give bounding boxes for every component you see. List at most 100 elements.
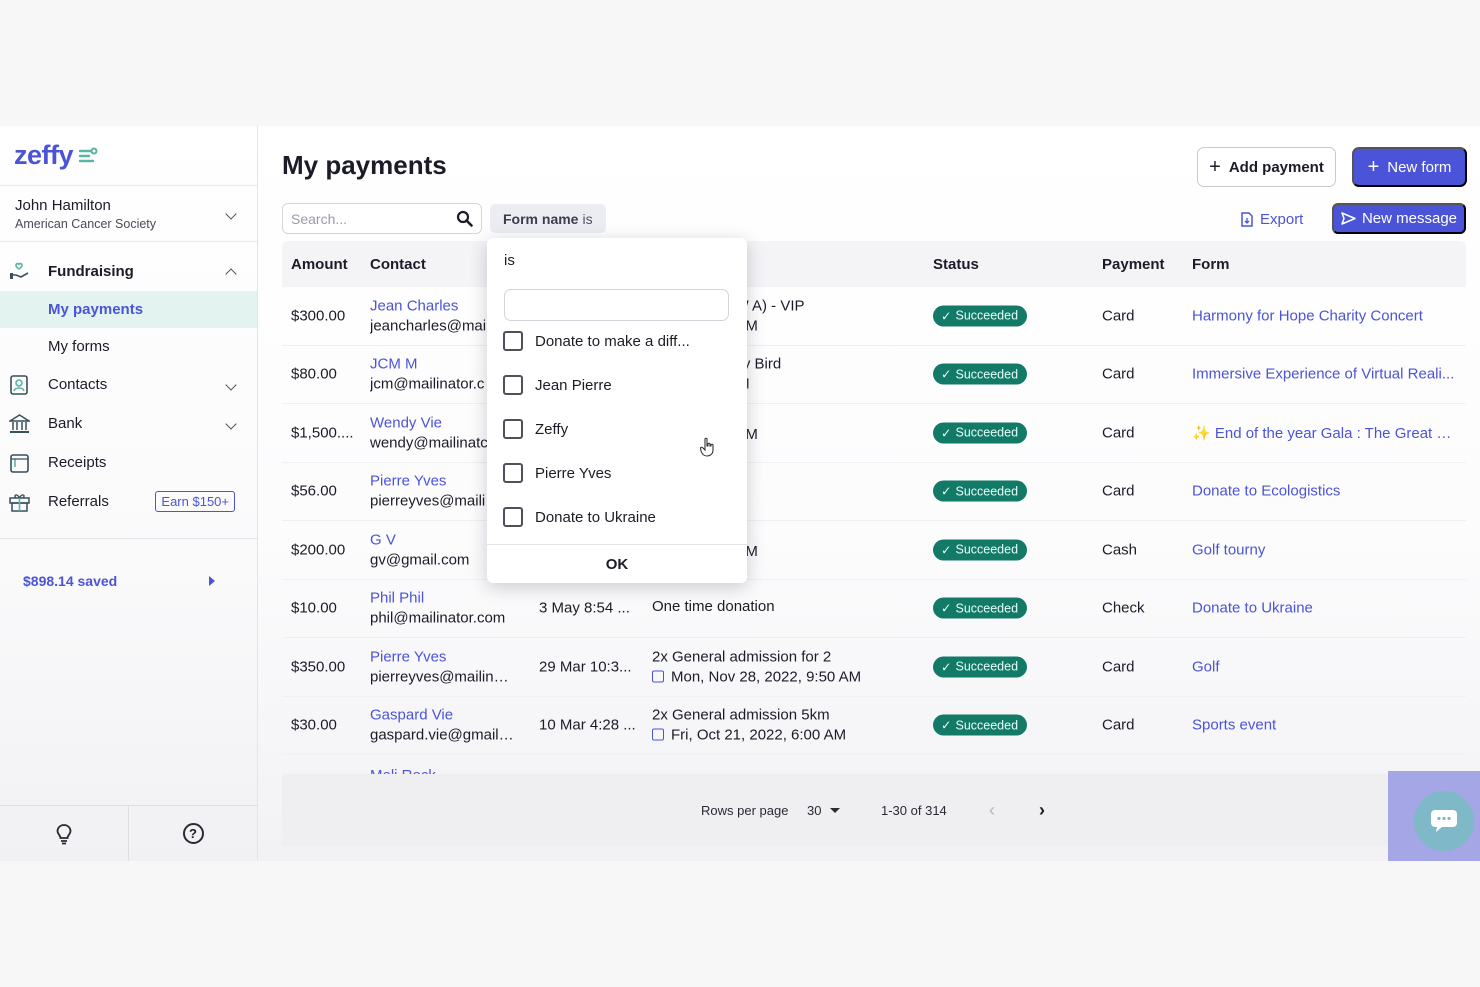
cell-date: 29 Mar 10:3... — [539, 658, 632, 676]
header-payment[interactable]: Payment — [1102, 256, 1165, 273]
cell-amount: $10.00 — [291, 599, 337, 617]
receipt-icon — [8, 452, 30, 474]
logo[interactable]: zeffy — [0, 126, 257, 186]
table-row[interactable]: $1,500....Wendy Viewendy@mailinatc, 2024… — [282, 404, 1466, 463]
filter-option[interactable]: Donate to make a diff... — [503, 330, 690, 352]
cell-date: 10 Mar 4:28 ... — [539, 716, 636, 734]
form-link[interactable]: Golf — [1192, 658, 1220, 675]
cell-form[interactable]: Harmony for Hope Charity Concert — [1192, 307, 1460, 324]
check-icon: ✓ — [941, 309, 952, 324]
contact-name[interactable]: Gaspard Vie — [370, 707, 516, 724]
table-row[interactable]: $300.00Jean Charlesjeancharles@maimissio… — [282, 287, 1466, 346]
check-icon: ✓ — [941, 484, 952, 499]
form-link[interactable]: Golf tourny — [1192, 541, 1265, 558]
chevron-up-icon — [225, 268, 237, 280]
table-row[interactable]: $200.00G Vgv@gmail.com, 2023, 4:32 PM✓Su… — [282, 521, 1466, 580]
filter-search-input[interactable] — [504, 289, 729, 321]
help-button[interactable]: ? — [129, 806, 257, 861]
table-row[interactable]: $56.00Pierre Yvespierreyves@mailiation✓S… — [282, 463, 1466, 521]
sidebar-footer: ? — [0, 805, 257, 861]
cell-form[interactable]: Sports event — [1192, 717, 1460, 734]
tips-button[interactable] — [0, 806, 129, 861]
form-link[interactable]: End of the year Gala : The Great Ga... — [1215, 425, 1460, 442]
contact-name[interactable]: Phil Phil — [370, 590, 516, 607]
header-amount[interactable]: Amount — [291, 256, 363, 273]
chat-button[interactable] — [1414, 791, 1474, 851]
chat-icon — [1431, 810, 1457, 832]
cell-form[interactable]: Golf — [1192, 658, 1460, 675]
description-date-text: Mon, Nov 28, 2022, 9:50 AM — [671, 668, 862, 686]
filter-option-label: Donate to make a diff... — [535, 332, 690, 350]
cell-description: 2x General admission 5km Fri, Oct 21, 202… — [652, 707, 902, 744]
form-link[interactable]: Donate to Ukraine — [1192, 600, 1313, 617]
add-payment-button[interactable]: + Add payment — [1197, 147, 1336, 187]
new-form-button[interactable]: + New form — [1352, 147, 1467, 187]
new-form-label: New form — [1387, 158, 1452, 176]
sidebar-item-contacts[interactable]: Contacts — [0, 365, 257, 404]
filter-option[interactable]: Pierre Yves — [503, 462, 611, 484]
form-link[interactable]: Harmony for Hope Charity Concert — [1192, 307, 1423, 324]
account-switcher[interactable]: John Hamilton American Cancer Society — [0, 186, 257, 242]
status-text: Succeeded — [955, 308, 1019, 323]
cell-payment: Card — [1102, 716, 1135, 734]
checkbox[interactable] — [503, 507, 523, 527]
description-date: Mon, Nov 28, 2022, 9:50 AM — [652, 668, 902, 685]
earn-badge[interactable]: Earn $150+ — [155, 491, 235, 512]
form-link[interactable]: Sports event — [1192, 717, 1276, 734]
header-status[interactable]: Status — [933, 256, 979, 273]
status-badge: ✓ Succeeded — [933, 305, 1028, 327]
cell-form[interactable]: Donate to Ukraine — [1192, 600, 1460, 617]
prev-page-button[interactable]: ‹ — [989, 800, 995, 821]
sidebar-item-receipts[interactable]: Receipts — [0, 443, 257, 482]
checkbox[interactable] — [503, 331, 523, 351]
filter-ok-button[interactable]: OK — [487, 556, 747, 573]
checkbox[interactable] — [503, 463, 523, 483]
filter-operator-select[interactable]: is — [504, 252, 515, 269]
table-row[interactable]: $30.00 Gaspard Vie gaspard.vie@gmail.c... 1… — [282, 697, 1466, 755]
cell-form[interactable]: Donate to Ecologistics — [1192, 483, 1460, 500]
table-row[interactable]: $350.00 Pierre Yves pierreyves@mailinat...… — [282, 638, 1466, 697]
filter-option[interactable]: Donate to Ukraine — [503, 506, 656, 528]
page-range: 1-30 of 314 — [881, 802, 947, 818]
sidebar-item-bank[interactable]: Bank — [0, 404, 257, 443]
form-link[interactable]: Immersive Experience of Virtual Reali... — [1192, 366, 1454, 383]
savings-summary[interactable]: $898.14 saved — [0, 538, 257, 622]
sidebar-item-referrals[interactable]: Referrals Earn $150+ — [0, 482, 257, 521]
lightbulb-icon — [56, 823, 72, 844]
cell-amount: $200.00 — [291, 541, 346, 559]
status-text: Succeeded — [955, 601, 1019, 616]
cell-form[interactable]: ✨ End of the year Gala : The Great Ga... — [1192, 424, 1460, 442]
rows-per-page-label: Rows per page — [701, 802, 789, 818]
contact-name[interactable]: Pierre Yves — [370, 648, 516, 665]
next-page-button[interactable]: › — [1039, 800, 1045, 821]
check-icon: ✓ — [941, 367, 952, 382]
new-message-button[interactable]: New message — [1332, 203, 1466, 234]
cell-payment: Card — [1102, 365, 1135, 383]
cell-status: ✓ Succeeded — [933, 539, 1028, 561]
rows-per-page-value: 30 — [807, 802, 822, 818]
rows-per-page-select[interactable]: 30 — [807, 802, 841, 818]
table-row[interactable]: $80.00JCM Mjcm@mailinator.cmission - Ear… — [282, 346, 1466, 404]
cell-payment: Cash — [1102, 541, 1138, 559]
checkbox[interactable] — [503, 419, 523, 439]
cell-form[interactable]: Immersive Experience of Virtual Reali... — [1192, 366, 1460, 383]
filter-option-label: Pierre Yves — [535, 464, 612, 482]
status-text: Succeeded — [955, 659, 1019, 674]
cell-form[interactable]: Golf tourny — [1192, 541, 1460, 558]
filter-chip-form-name[interactable]: Form name is — [490, 204, 606, 233]
status-badge: ✓ Succeeded — [933, 422, 1028, 444]
table-row[interactable]: $10.00 Phil Phil phil@mailinator.com 3 May … — [282, 580, 1466, 638]
sidebar-item-fundraising[interactable]: Fundraising — [0, 252, 257, 291]
sidebar-nav: Fundraising My payments My forms Contact… — [0, 242, 257, 521]
filter-option[interactable]: Jean Pierre — [503, 374, 612, 396]
sidebar-item-my-payments[interactable]: My payments — [0, 291, 257, 328]
header-form[interactable]: Form — [1192, 256, 1460, 273]
checkbox[interactable] — [503, 375, 523, 395]
search-input[interactable] — [291, 210, 441, 227]
form-link[interactable]: Donate to Ecologistics — [1192, 483, 1340, 500]
search-box[interactable] — [282, 203, 482, 234]
logo-mark-icon — [78, 147, 98, 162]
export-button[interactable]: Export — [1241, 206, 1303, 232]
sidebar-item-my-forms[interactable]: My forms — [0, 328, 257, 365]
filter-option[interactable]: Zeffy — [503, 418, 568, 440]
